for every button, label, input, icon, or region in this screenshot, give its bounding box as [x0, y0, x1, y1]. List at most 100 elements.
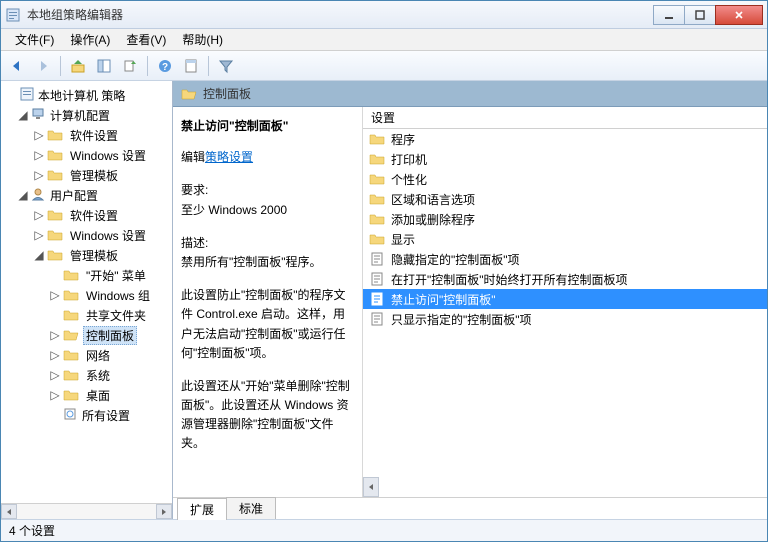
folder-icon [47, 209, 63, 221]
list-item[interactable]: 打印机 [363, 149, 767, 169]
list-item-selected[interactable]: 禁止访问"控制面板" [363, 289, 767, 309]
up-button[interactable] [66, 54, 90, 78]
svg-text:?: ? [162, 62, 168, 73]
scroll-track[interactable] [17, 504, 156, 519]
forward-button[interactable] [31, 54, 55, 78]
list-item[interactable]: 在打开"控制面板"时始终打开所有控制面板项 [363, 269, 767, 289]
list-item[interactable]: 添加或删除程序 [363, 209, 767, 229]
tree-shared-folders[interactable]: 共享文件夹 [3, 305, 170, 325]
close-button[interactable] [715, 5, 763, 25]
tree-user-config[interactable]: ◢ 用户配置 [3, 185, 170, 205]
settings-column-header[interactable]: 设置 [363, 107, 767, 129]
expand-icon[interactable]: ▷ [49, 369, 61, 381]
tree-admin-templates[interactable]: ▷ 管理模板 [3, 165, 170, 185]
setting-icon [369, 312, 385, 326]
all-settings-icon [63, 407, 79, 424]
list-item[interactable]: 只显示指定的"控制面板"项 [363, 309, 767, 329]
window: 本地组策略编辑器 文件(F) 操作(A) 查看(V) 帮助(H) ? [0, 0, 768, 542]
item-label: 区域和语言选项 [391, 191, 475, 208]
collapse-icon[interactable]: ◢ [33, 249, 45, 261]
folder-icon [369, 212, 385, 226]
menu-action[interactable]: 操作(A) [62, 29, 118, 50]
export-list-button[interactable] [118, 54, 142, 78]
tree-h-scrollbar[interactable] [1, 503, 172, 519]
tree-root[interactable]: 本地计算机 策略 [3, 85, 170, 105]
expand-icon[interactable]: ▷ [49, 389, 61, 401]
list-item[interactable]: 隐藏指定的"控制面板"项 [363, 249, 767, 269]
edit-policy-link[interactable]: 策略设置 [205, 150, 253, 164]
tree-desktop[interactable]: ▷桌面 [3, 385, 170, 405]
tree-windows-settings[interactable]: ▷Windows 设置 [3, 145, 170, 165]
folder-icon [47, 229, 63, 241]
list-h-scrollbar[interactable] [363, 477, 767, 497]
tree-label: 共享文件夹 [83, 306, 149, 325]
content-header-title: 控制面板 [203, 85, 251, 102]
list-item[interactable]: 程序 [363, 129, 767, 149]
minimize-button[interactable] [653, 5, 685, 25]
tree-computer-config[interactable]: ◢ 计算机配置 [3, 105, 170, 125]
tree-software-settings-2[interactable]: ▷软件设置 [3, 205, 170, 225]
app-icon [5, 7, 21, 23]
tree-label: 控制面板 [83, 326, 137, 345]
description-column: 禁止访问"控制面板" 编辑策略设置 要求: 至少 Windows 2000 描述… [173, 107, 363, 497]
tree-admin-templates-2[interactable]: ◢ 管理模板 [3, 245, 170, 265]
folder-open-icon [181, 88, 197, 100]
collapse-icon[interactable]: ◢ [17, 189, 29, 201]
tree-control-panel[interactable]: ▷ 控制面板 [3, 325, 170, 345]
folder-icon [369, 152, 385, 166]
settings-list[interactable]: 程序 打印机 个性化 区域和语言选项 添加或删除程序 显示 隐藏指定的"控制面板… [363, 129, 767, 477]
toolbar-sep2 [147, 56, 148, 76]
expand-icon[interactable]: ▷ [33, 209, 45, 221]
expand-icon[interactable]: ▷ [49, 329, 61, 341]
scroll-left-button[interactable] [363, 477, 379, 497]
tab-extended[interactable]: 扩展 [177, 498, 227, 520]
list-item[interactable]: 个性化 [363, 169, 767, 189]
tree-label: 管理模板 [67, 246, 121, 265]
expand-icon[interactable]: ▷ [33, 229, 45, 241]
collapse-icon[interactable]: ◢ [17, 109, 29, 121]
folder-icon [63, 349, 79, 361]
properties-button[interactable] [179, 54, 203, 78]
expand-icon[interactable]: ▷ [49, 289, 61, 301]
expand-icon[interactable]: ▷ [33, 149, 45, 161]
expand-icon[interactable]: ▷ [33, 169, 45, 181]
folder-open-icon [63, 329, 79, 341]
expand-icon[interactable]: ▷ [33, 129, 45, 141]
tree-windows-comp[interactable]: ▷ Windows 组 [3, 285, 170, 305]
tab-standard[interactable]: 标准 [226, 497, 276, 519]
menubar: 文件(F) 操作(A) 查看(V) 帮助(H) [1, 29, 767, 51]
tree-software-settings[interactable]: ▷软件设置 [3, 125, 170, 145]
policy-tree[interactable]: 本地计算机 策略 ◢ 计算机配置 ▷软件设置 ▷Windows 设置 ▷ 管理模板… [1, 81, 172, 503]
menu-file[interactable]: 文件(F) [7, 29, 62, 50]
list-item[interactable]: 显示 [363, 229, 767, 249]
tree-all-settings[interactable]: 所有设置 [3, 405, 170, 425]
tree-start-menu[interactable]: "开始" 菜单 [3, 265, 170, 285]
filter-button[interactable] [214, 54, 238, 78]
tree-label: 用户配置 [47, 186, 101, 205]
maximize-button[interactable] [684, 5, 716, 25]
item-label: 打印机 [391, 151, 427, 168]
menu-help[interactable]: 帮助(H) [174, 29, 231, 50]
scroll-right-button[interactable] [156, 504, 172, 519]
toolbar-sep3 [208, 56, 209, 76]
tree-network[interactable]: ▷网络 [3, 345, 170, 365]
show-hide-tree-button[interactable] [92, 54, 116, 78]
tree-label: Windows 组 [83, 286, 153, 305]
content-body: 禁止访问"控制面板" 编辑策略设置 要求: 至少 Windows 2000 描述… [173, 107, 767, 497]
folder-icon [47, 169, 63, 181]
tree-system[interactable]: ▷ 系统 [3, 365, 170, 385]
tree-windows-settings-2[interactable]: ▷Windows 设置 [3, 225, 170, 245]
col-header-label: 设置 [371, 109, 395, 126]
expand-icon[interactable]: ▷ [49, 349, 61, 361]
back-button[interactable] [5, 54, 29, 78]
tree-label: 系统 [83, 366, 113, 385]
menu-view[interactable]: 查看(V) [118, 29, 174, 50]
requirements-section: 要求: 至少 Windows 2000 [181, 181, 354, 219]
list-item[interactable]: 区域和语言选项 [363, 189, 767, 209]
help-button[interactable]: ? [153, 54, 177, 78]
scroll-left-button[interactable] [1, 504, 17, 519]
tree-label: 管理模板 [67, 166, 121, 185]
content-pane: 控制面板 禁止访问"控制面板" 编辑策略设置 要求: 至少 Windows 20… [173, 81, 767, 519]
folder-icon [369, 232, 385, 246]
content-header: 控制面板 [173, 81, 767, 107]
